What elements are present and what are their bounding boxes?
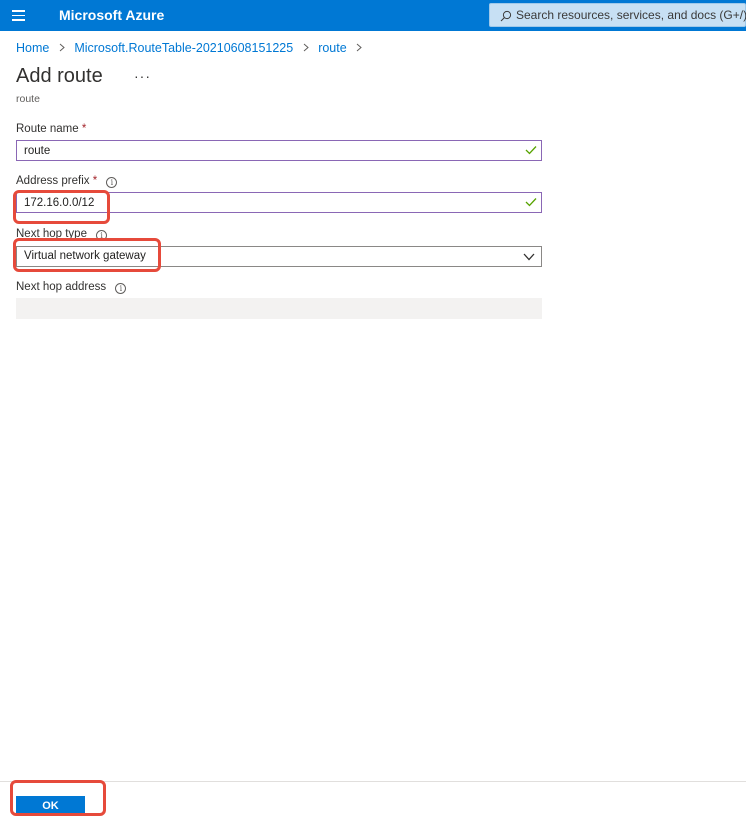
breadcrumb-home[interactable]: Home <box>16 41 49 55</box>
checkmark-icon <box>525 146 537 155</box>
address-prefix-label: Address prefix * i <box>16 175 118 188</box>
route-name-label: Route name * <box>16 123 86 135</box>
brand-title[interactable]: Microsoft Azure <box>59 7 164 23</box>
top-bar: Microsoft Azure Search resources, servic… <box>0 0 746 31</box>
highlight-address-prefix <box>13 190 110 224</box>
next-hop-address-label-text: Next hop address <box>16 281 107 293</box>
required-marker: * <box>81 123 87 135</box>
route-name-label-text: Route name <box>16 123 79 135</box>
address-prefix-label-text: Address prefix <box>16 175 90 187</box>
footer-divider <box>0 781 746 782</box>
more-options-icon[interactable]: ··· <box>134 68 151 84</box>
chevron-down-icon <box>523 253 535 261</box>
chevron-right-icon <box>356 43 362 52</box>
info-icon[interactable]: i <box>115 283 127 294</box>
chevron-right-icon <box>59 43 65 52</box>
page-subtitle: route <box>16 93 40 105</box>
info-icon[interactable]: i <box>106 177 118 188</box>
checkmark-icon <box>525 198 537 207</box>
breadcrumb-route-table[interactable]: Microsoft.RouteTable-20210608151225 <box>74 41 293 55</box>
next-hop-address-label: Next hop address i <box>16 281 127 294</box>
highlight-ok-button <box>10 780 106 816</box>
search-icon <box>500 10 512 22</box>
breadcrumb-route[interactable]: route <box>318 41 347 55</box>
route-name-input[interactable] <box>16 140 542 161</box>
global-search-input[interactable]: Search resources, services, and docs (G+… <box>489 3 746 27</box>
breadcrumb: Home Microsoft.RouteTable-20210608151225… <box>16 41 368 55</box>
search-placeholder: Search resources, services, and docs (G+… <box>516 8 746 22</box>
hamburger-menu-icon[interactable] <box>12 10 25 21</box>
required-marker: * <box>92 175 98 187</box>
page-title: Add route <box>16 65 103 87</box>
chevron-right-icon <box>303 43 309 52</box>
highlight-next-hop-type <box>13 238 161 272</box>
next-hop-address-input <box>16 298 542 319</box>
